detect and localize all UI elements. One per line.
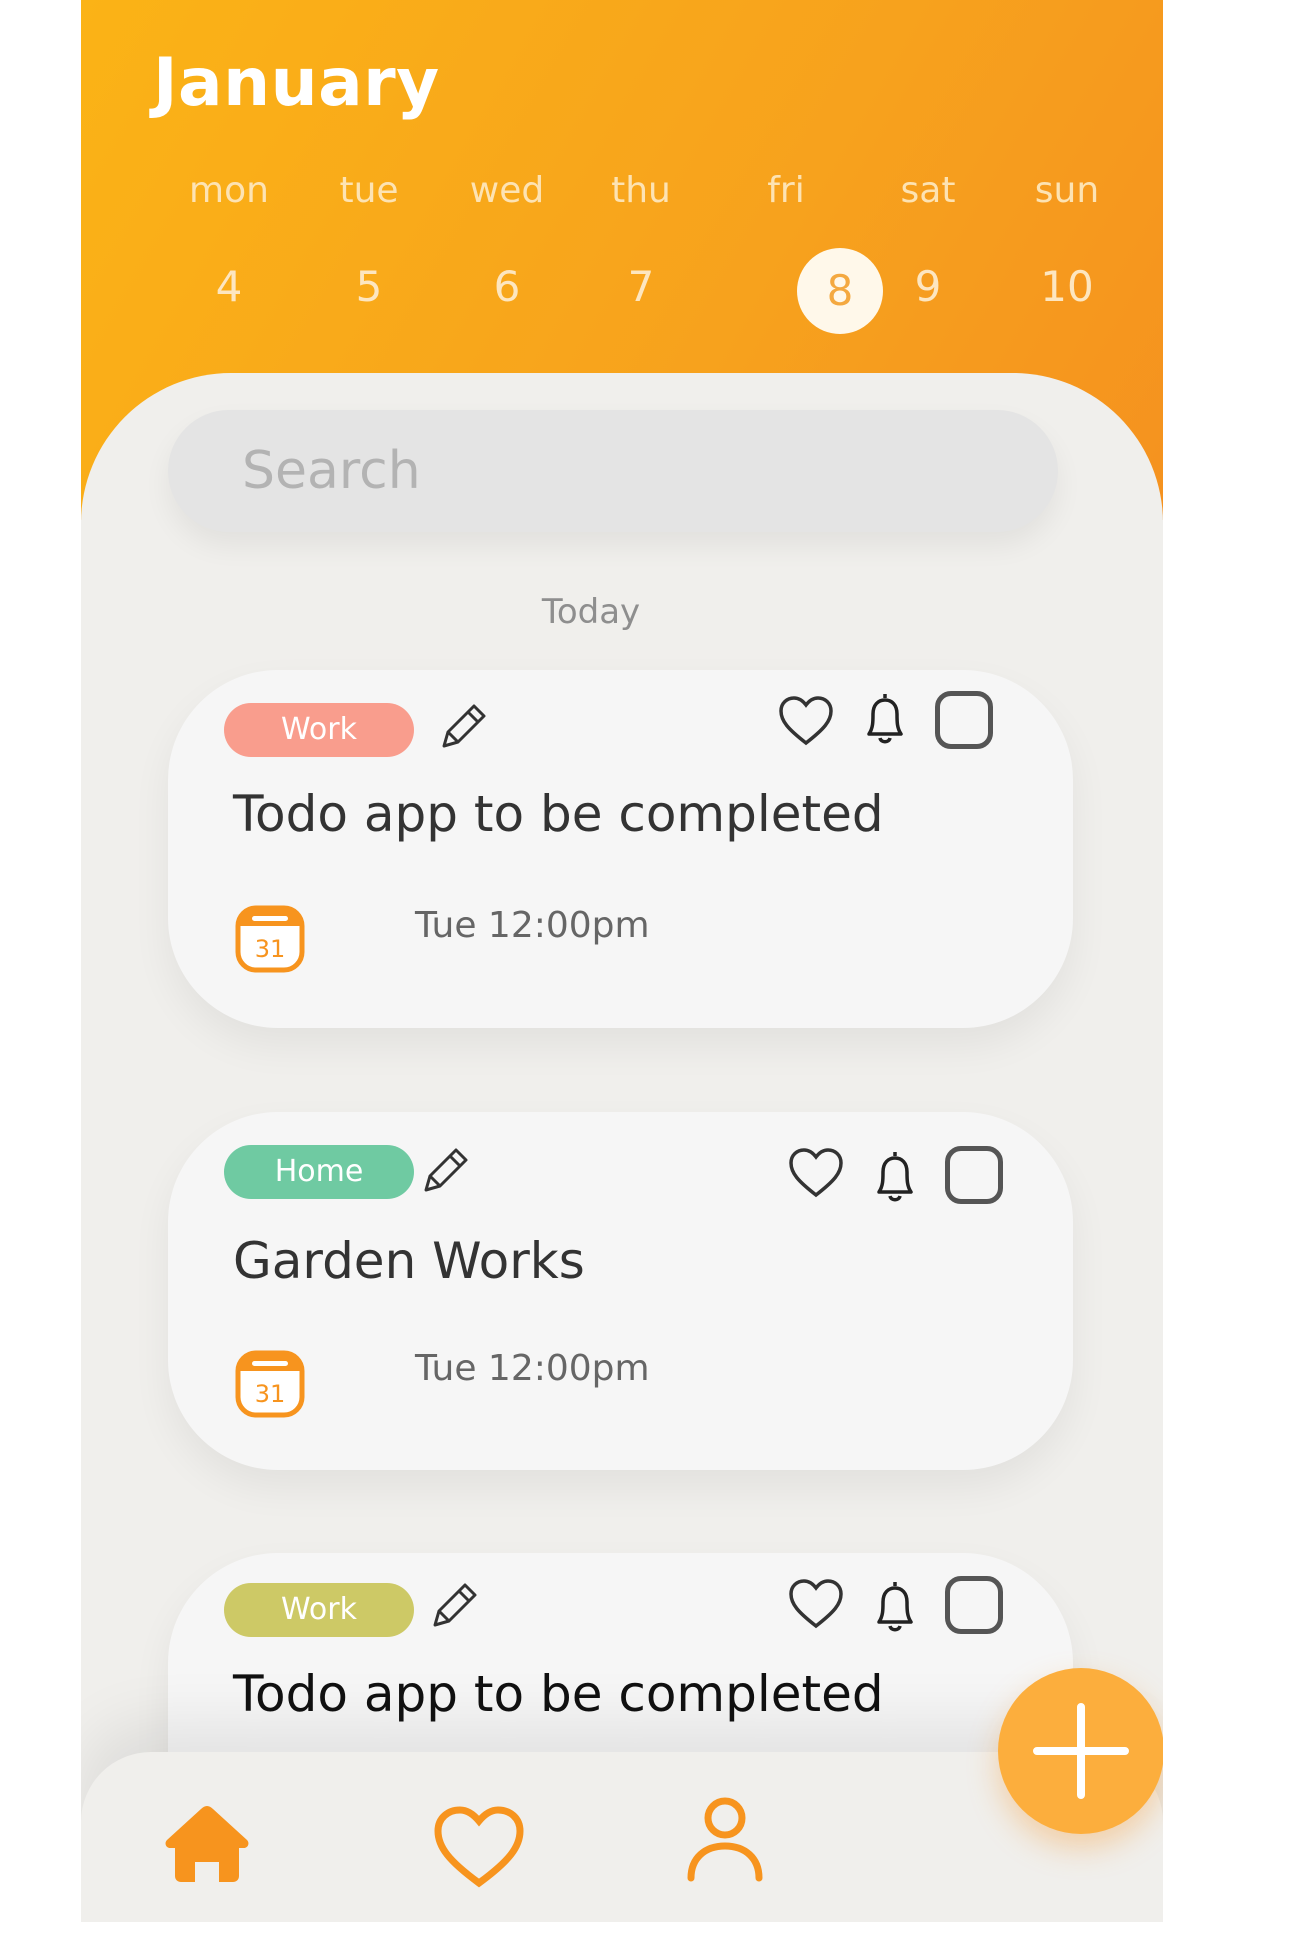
calendar-day-label: 31 — [255, 1380, 286, 1408]
heart-icon[interactable] — [433, 1805, 525, 1889]
category-tag[interactable]: Home — [224, 1145, 414, 1199]
task-title: Todo app to be completed — [233, 785, 884, 843]
date-7[interactable]: 7 — [581, 262, 701, 311]
home-icon[interactable] — [163, 1802, 251, 1884]
bell-icon[interactable] — [871, 1578, 919, 1636]
task-title: Garden Works — [233, 1232, 585, 1290]
date-6[interactable]: 6 — [447, 262, 567, 311]
heart-icon[interactable] — [788, 1147, 844, 1199]
category-tag[interactable]: Work — [224, 703, 414, 757]
edit-icon[interactable] — [418, 1142, 474, 1198]
profile-icon[interactable] — [685, 1796, 765, 1882]
month-title: January — [153, 44, 440, 121]
calendar-day-label: 31 — [255, 935, 286, 963]
due-time: Tue 12:00pm — [415, 1348, 650, 1389]
day-name-wed: wed — [469, 170, 545, 211]
complete-checkbox[interactable] — [945, 1146, 1003, 1204]
day-name-mon: mon — [189, 170, 269, 211]
day-name-thu: thu — [611, 170, 671, 211]
date-9[interactable]: 9 — [868, 262, 988, 311]
edit-icon[interactable] — [436, 698, 492, 754]
section-title-today: Today — [541, 592, 641, 632]
date-10[interactable]: 10 — [1007, 262, 1127, 311]
edit-icon[interactable] — [427, 1577, 483, 1633]
day-name-tue: tue — [339, 170, 399, 211]
category-tag[interactable]: Work — [224, 1583, 414, 1637]
bell-icon[interactable] — [871, 1148, 919, 1206]
complete-checkbox[interactable] — [935, 691, 993, 749]
heart-icon[interactable] — [778, 695, 834, 747]
search-input[interactable] — [168, 410, 1058, 532]
day-name-fri: fri — [767, 170, 805, 211]
heart-icon[interactable] — [788, 1578, 844, 1630]
bell-icon[interactable] — [861, 690, 909, 748]
day-name-sun: sun — [1034, 170, 1100, 211]
date-4[interactable]: 4 — [169, 262, 289, 311]
bottom-nav — [81, 1752, 1163, 1922]
app-screen: January mon tue wed thu fri sat sun 4 5 … — [81, 0, 1163, 1922]
due-time: Tue 12:00pm — [415, 905, 650, 946]
calendar-icon: 31 — [235, 905, 305, 973]
plus-icon — [1033, 1703, 1129, 1799]
task-card[interactable]: Home Garden Works 31 Tue 12:00pm — [168, 1112, 1073, 1470]
task-card[interactable]: Work Todo app to be completed 31 Tue 12:… — [168, 670, 1073, 1028]
add-task-button[interactable] — [998, 1668, 1163, 1834]
calendar-icon: 31 — [235, 1350, 305, 1418]
complete-checkbox[interactable] — [945, 1576, 1003, 1634]
date-5[interactable]: 5 — [309, 262, 429, 311]
day-name-sat: sat — [900, 170, 956, 211]
task-title: Todo app to be completed — [233, 1665, 884, 1723]
